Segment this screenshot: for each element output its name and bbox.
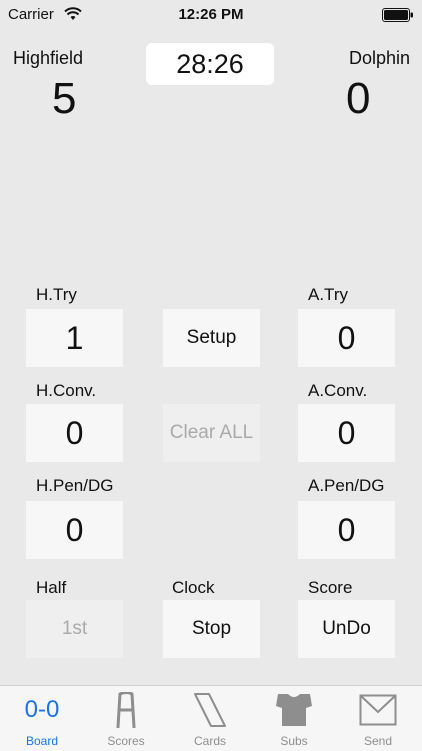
home-conv-label: H.Conv.: [36, 381, 97, 400]
tab-scores[interactable]: Scores: [84, 686, 168, 751]
tab-board-label: Board: [25, 734, 59, 748]
away-score: 0: [346, 74, 371, 123]
tab-send-label: Send: [363, 734, 393, 748]
envelope-icon: [336, 692, 420, 728]
home-conv-button[interactable]: 0: [26, 404, 123, 462]
tab-board[interactable]: 0-0 Board: [0, 686, 84, 751]
tab-cards-label: Cards: [193, 734, 226, 748]
half-button[interactable]: 1st: [26, 600, 123, 658]
tab-scores-label: Scores: [107, 734, 145, 748]
goalposts-icon: [84, 692, 168, 728]
tab-subs-label: Subs: [280, 734, 308, 748]
clock-stop-button[interactable]: Stop: [163, 600, 260, 658]
undo-button[interactable]: UnDo: [298, 600, 395, 658]
board-score-icon: 0-0: [24, 696, 60, 723]
half-label: Half: [36, 578, 67, 597]
away-try-button[interactable]: 0: [298, 309, 395, 367]
shirt-icon: [252, 692, 336, 728]
home-pen-button[interactable]: 0: [26, 501, 123, 559]
tab-subs[interactable]: Subs: [252, 686, 336, 751]
home-try-button[interactable]: 1: [26, 309, 123, 367]
tab-bar: 0-0 Board Scores Cards Subs Send: [0, 685, 422, 751]
tab-send[interactable]: Send: [336, 686, 420, 751]
home-team-name: Highfield: [13, 48, 84, 68]
match-clock: 28:26: [146, 43, 274, 85]
away-pen-label: A.Pen/DG: [308, 476, 385, 495]
score-label: Score: [308, 578, 353, 597]
away-team-name: Dolphin: [348, 48, 410, 68]
status-bar: Carrier 12:26 PM: [0, 0, 422, 30]
away-pen-button[interactable]: 0: [298, 501, 395, 559]
card-icon: [168, 692, 252, 728]
away-conv-label: A.Conv.: [308, 381, 368, 400]
home-pen-label: H.Pen/DG: [36, 476, 114, 495]
clock-label: Clock: [172, 578, 215, 597]
setup-button[interactable]: Setup: [163, 309, 260, 367]
clear-all-button[interactable]: Clear ALL: [163, 404, 260, 462]
status-time: 12:26 PM: [178, 6, 244, 23]
home-score: 5: [52, 74, 77, 123]
away-conv-button[interactable]: 0: [298, 404, 395, 462]
battery-icon: [382, 8, 414, 22]
away-try-label: A.Try: [308, 285, 348, 304]
tab-cards[interactable]: Cards: [168, 686, 252, 751]
home-try-label: H.Try: [36, 285, 77, 304]
